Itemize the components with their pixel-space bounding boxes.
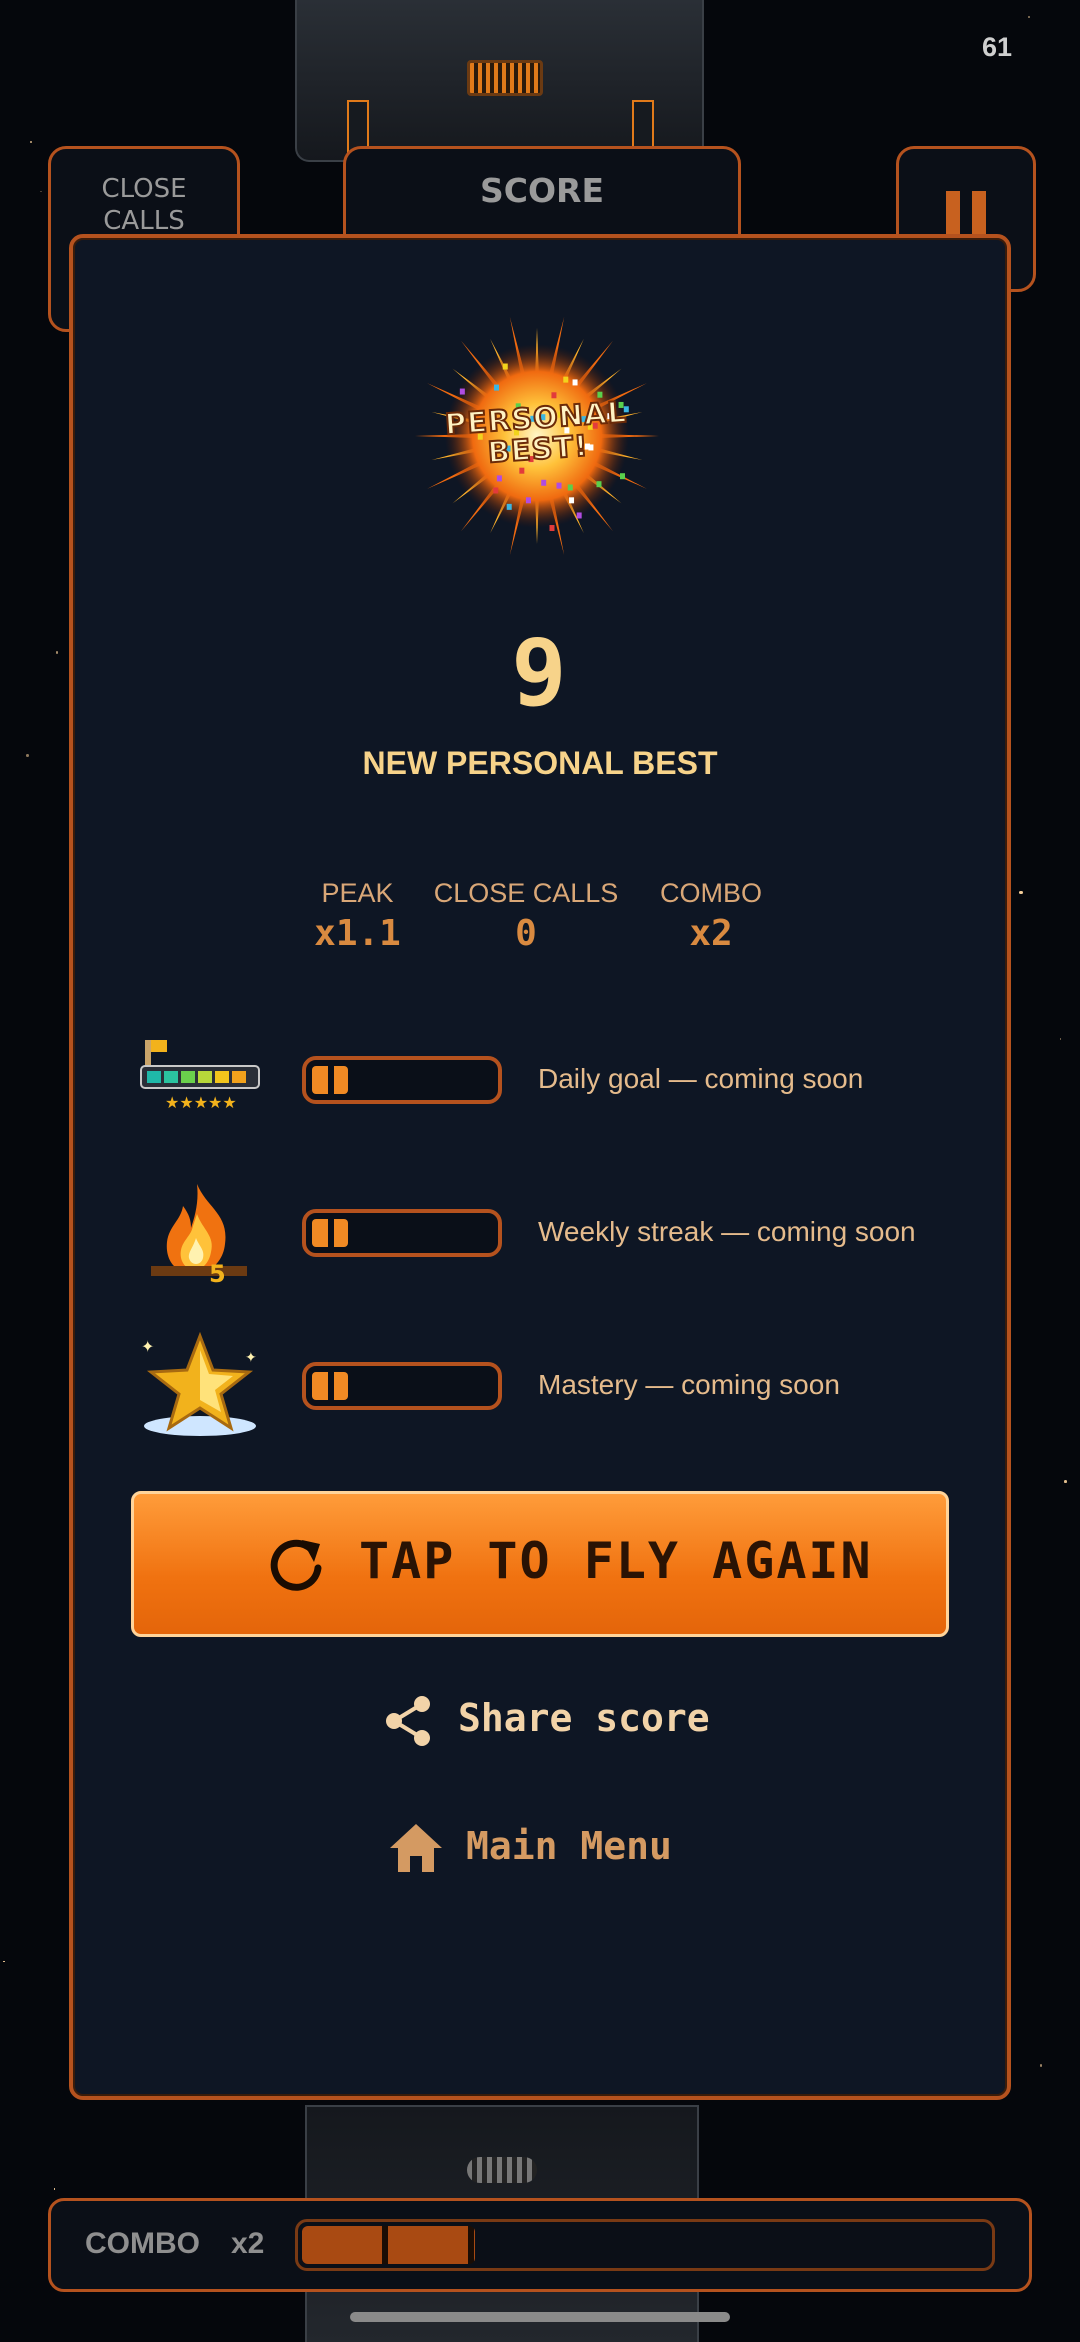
stat-close-calls-value: 0 — [515, 913, 537, 954]
combo-progress-track — [295, 2219, 995, 2271]
replay-icon — [270, 1539, 322, 1591]
fly-again-button[interactable]: TAP TO FLY AGAIN — [131, 1491, 949, 1637]
stat-close-calls: CLOSE CALLS 0 — [430, 878, 622, 954]
stat-combo-label: COMBO — [659, 878, 762, 908]
hud-score-label: SCORE — [480, 171, 604, 210]
svg-text:✦: ✦ — [245, 1350, 257, 1366]
mastery-label: Mastery — coming soon — [538, 1369, 840, 1400]
mastery-progress — [302, 1362, 502, 1410]
combo-progress-fill — [302, 2226, 475, 2264]
main-menu-label: Main Menu — [466, 1824, 672, 1868]
svg-text:★★★★★: ★★★★★ — [165, 1093, 237, 1112]
fly-again-label: TAP TO FLY AGAIN — [359, 1532, 873, 1590]
svg-text:✦: ✦ — [141, 1337, 154, 1356]
combo-multiplier: x2 — [231, 2227, 265, 2260]
new-personal-best-label: NEW PERSONAL BEST — [362, 745, 718, 781]
share-score-label: Share score — [458, 1696, 710, 1740]
combo-meter: COMBO x2 — [48, 2198, 1032, 2292]
stat-peak: PEAK x1.1 — [300, 878, 415, 954]
star-mastery-icon: ✦ ✦ — [137, 1331, 263, 1440]
ship-top-machinery — [295, 0, 704, 164]
final-score: 9 — [511, 620, 569, 727]
flame-streak-icon: 5 — [137, 1180, 263, 1288]
weekly-streak-progress — [302, 1209, 502, 1257]
personal-best-badge: PERSONAL BEST! — [407, 311, 667, 561]
stat-close-calls-label: CLOSE CALLS — [433, 878, 619, 908]
home-icon — [390, 1824, 442, 1872]
home-indicator[interactable] — [350, 2312, 730, 2322]
daily-goal-icon: ★★★★★ — [137, 1030, 263, 1138]
daily-goal-label: Daily goal — coming soon — [538, 1063, 864, 1094]
stat-combo: COMBO x2 — [645, 878, 777, 954]
stat-peak-value: x1.1 — [314, 913, 401, 954]
combo-label: COMBO — [85, 2227, 200, 2260]
hud-close-calls-label: CLOSE CALLS — [101, 174, 187, 236]
fps-counter: 61 — [982, 32, 1013, 62]
weekly-streak-label: Weekly streak — coming soon — [538, 1216, 916, 1247]
stat-combo-value: x2 — [689, 913, 733, 954]
svg-text:5: 5 — [209, 1260, 226, 1288]
stat-peak-label: PEAK — [321, 878, 394, 908]
share-icon — [386, 1696, 430, 1746]
daily-goal-progress — [302, 1056, 502, 1104]
